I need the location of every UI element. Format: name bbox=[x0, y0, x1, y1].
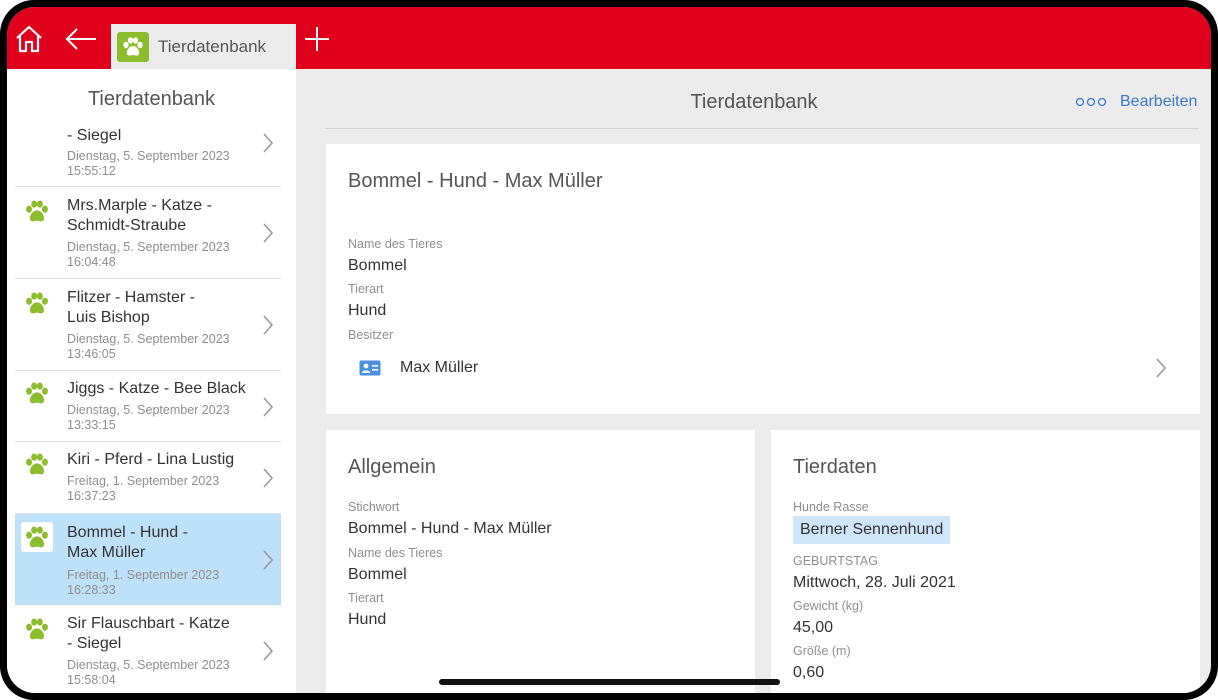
app-screen: Tierdatenbank Tierdatenbank - Siegel Die… bbox=[7, 7, 1211, 693]
field-label: Größe (m) bbox=[793, 644, 851, 658]
record-summary-card: Bommel - Hund - Max Müller Name des Tier… bbox=[326, 144, 1200, 414]
field-label: Gewicht (kg) bbox=[793, 599, 864, 613]
field-value: Bommel - Hund - Max Müller bbox=[348, 520, 552, 537]
owner-name: Max Müller bbox=[400, 359, 479, 376]
list-item-name: Flitzer - Hamster - Luis Bishop bbox=[67, 289, 195, 326]
list-item[interactable]: - Siegel Dienstag, 5. September 2023 15:… bbox=[15, 129, 281, 187]
field-value: 45,00 bbox=[793, 619, 834, 636]
list-item-time: 16:37:23 bbox=[67, 489, 116, 503]
chevron-right-icon bbox=[1156, 358, 1167, 378]
field-value: Bommel bbox=[348, 257, 407, 274]
animal-list[interactable]: - Siegel Dienstag, 5. September 2023 15:… bbox=[7, 129, 296, 693]
field-value: Hund bbox=[348, 611, 387, 628]
list-item-date: Dienstag, 5. September 2023 bbox=[67, 332, 230, 346]
chevron-right-icon bbox=[263, 397, 274, 417]
chevron-right-icon bbox=[263, 641, 274, 661]
field-value: Bommel bbox=[348, 566, 407, 583]
field-label: Stichwort bbox=[348, 500, 400, 514]
general-card: Allgemein Stichwort Bommel - Hund - Max … bbox=[326, 430, 755, 693]
chevron-right-icon bbox=[263, 315, 274, 335]
list-item-name: Jiggs - Katze - Bee Black bbox=[67, 380, 246, 397]
field-label: Name des Tieres bbox=[348, 546, 443, 560]
list-item-date: Freitag, 1. September 2023 bbox=[67, 474, 220, 488]
tab-tierdatenbank[interactable]: Tierdatenbank bbox=[111, 24, 296, 69]
paw-icon bbox=[21, 522, 53, 552]
list-item-date: Dienstag, 5. September 2023 bbox=[67, 240, 230, 254]
list-item[interactable]: Sir Flauschbart - Katze - Siegel Diensta… bbox=[15, 605, 281, 693]
animal-data-card: Tierdaten Hunde Rasse Berner Sennenhund … bbox=[771, 430, 1200, 693]
chevron-right-icon bbox=[263, 223, 274, 243]
field-label: Tierart bbox=[348, 282, 384, 296]
contact-card-icon bbox=[359, 360, 381, 376]
paw-icon bbox=[117, 31, 149, 62]
main-header: Tierdatenbank Bearbeiten bbox=[297, 69, 1211, 129]
list-item-time: 16:28:33 bbox=[67, 583, 116, 597]
list-item-date: Dienstag, 5. September 2023 bbox=[67, 149, 230, 163]
chevron-right-icon bbox=[263, 468, 274, 488]
list-item-time: 13:46:05 bbox=[67, 347, 116, 361]
list-item-selected[interactable]: Bommel - Hund - Max Müller Freitag, 1. S… bbox=[15, 514, 281, 605]
plus-icon[interactable] bbox=[299, 21, 335, 57]
header-divider bbox=[325, 128, 1199, 129]
home-icon[interactable] bbox=[11, 21, 47, 57]
list-item-time: 15:55:12 bbox=[67, 164, 116, 178]
top-bar: Tierdatenbank bbox=[7, 7, 1211, 69]
sidebar-title: Tierdatenbank bbox=[87, 87, 216, 110]
more-icon[interactable] bbox=[1075, 96, 1107, 108]
paw-icon bbox=[21, 197, 53, 225]
field-value: Hund bbox=[348, 302, 387, 319]
list-item[interactable]: Kiri - Pferd - Lina Lustig Freitag, 1. S… bbox=[15, 442, 281, 514]
list-item-name: Bommel - Hund - Max Müller bbox=[67, 524, 188, 561]
list-item-time: 15:58:04 bbox=[67, 673, 116, 687]
page-title: Tierdatenbank bbox=[690, 91, 818, 113]
list-item-name: Kiri - Pferd - Lina Lustig bbox=[67, 451, 235, 468]
field-label: Hunde Rasse bbox=[793, 500, 869, 514]
paw-icon bbox=[21, 289, 53, 317]
list-item-date: Dienstag, 5. September 2023 bbox=[67, 403, 230, 417]
general-title: Allgemein bbox=[348, 456, 436, 478]
field-label: Name des Tieres bbox=[348, 237, 443, 251]
list-item-name: - Siegel bbox=[67, 129, 122, 144]
animal-data-title: Tierdaten bbox=[793, 456, 877, 478]
field-label: GEBURTSTAG bbox=[793, 554, 878, 568]
breed-chip: Berner Sennenhund bbox=[793, 516, 951, 544]
device-frame: Tierdatenbank Tierdatenbank - Siegel Die… bbox=[0, 0, 1218, 700]
list-item-name: Sir Flauschbart - Katze - Siegel bbox=[67, 615, 230, 652]
field-value: Mittwoch, 28. Juli 2021 bbox=[793, 574, 956, 591]
field-value: 0,60 bbox=[793, 664, 825, 681]
list-item-date: Dienstag, 5. September 2023 bbox=[67, 658, 230, 672]
field-label: Tierart bbox=[348, 591, 384, 605]
chevron-right-icon bbox=[263, 133, 274, 153]
list-item-time: 16:04:48 bbox=[67, 255, 116, 269]
owner-link[interactable]: Max Müller bbox=[326, 349, 1200, 387]
back-arrow-icon[interactable] bbox=[63, 21, 99, 57]
field-label: Besitzer bbox=[348, 328, 394, 342]
list-item-name: Mrs.Marple - Katze - Schmidt-Straube bbox=[67, 197, 212, 234]
paw-icon bbox=[21, 615, 53, 643]
chevron-right-icon bbox=[263, 550, 274, 570]
tab-label: Tierdatenbank bbox=[158, 36, 267, 56]
home-indicator[interactable] bbox=[439, 679, 780, 685]
record-title: Bommel - Hund - Max Müller bbox=[348, 170, 603, 192]
list-item-time: 13:33:15 bbox=[67, 418, 116, 432]
list-item[interactable]: Jiggs - Katze - Bee Black Dienstag, 5. S… bbox=[15, 371, 281, 442]
sidebar: Tierdatenbank - Siegel Dienstag, 5. Sept… bbox=[7, 69, 296, 693]
list-item[interactable]: Flitzer - Hamster - Luis Bishop Dienstag… bbox=[15, 279, 281, 371]
paw-icon bbox=[21, 379, 53, 407]
list-item-date: Freitag, 1. September 2023 bbox=[67, 568, 220, 582]
edit-button[interactable]: Bearbeiten bbox=[1120, 93, 1197, 111]
list-item[interactable]: Mrs.Marple - Katze - Schmidt-Straube Die… bbox=[15, 187, 281, 279]
paw-icon bbox=[21, 450, 53, 478]
